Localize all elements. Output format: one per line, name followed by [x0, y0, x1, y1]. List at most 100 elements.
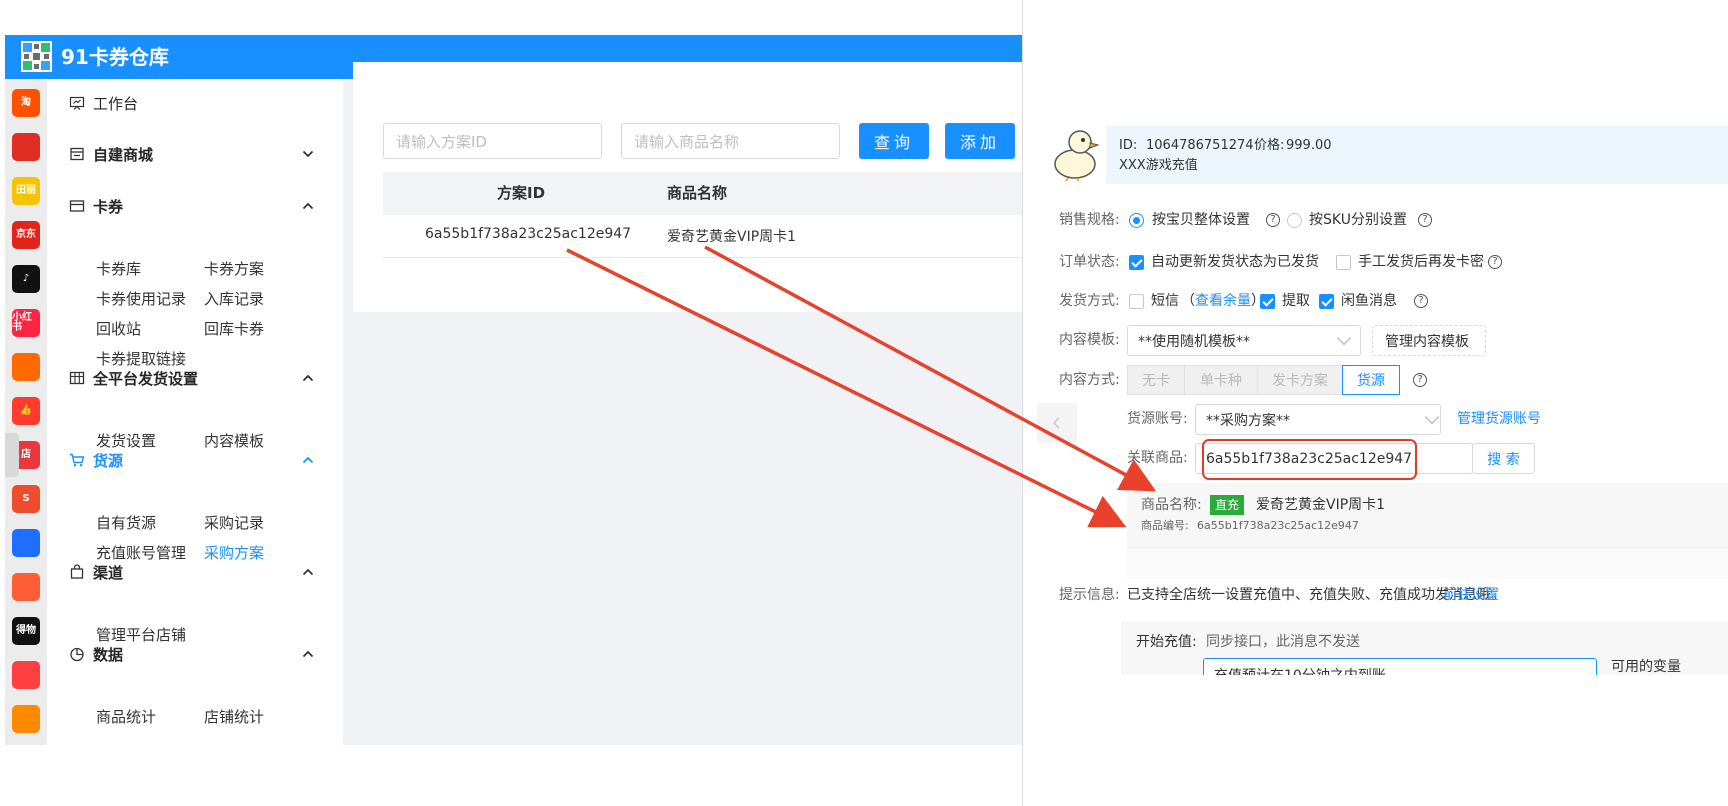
spec-sku-label: 按SKU分别设置: [1309, 212, 1407, 228]
link-icon[interactable]: [12, 529, 40, 557]
tip-label: 提示信息:: [1059, 587, 1120, 603]
sidebar-group-mall[interactable]: 自建商城: [69, 142, 153, 166]
sidebar-item-content-template[interactable]: 内容模板: [204, 431, 264, 451]
dewu-icon[interactable]: 得物: [12, 617, 40, 645]
platform-icon-bar: 淘田丽 京东 ♪ 小红书 👍 店 S 得物: [5, 79, 47, 745]
kuaishou-icon[interactable]: [12, 353, 40, 381]
store-icon: [70, 147, 84, 161]
pinduoduo-icon[interactable]: [12, 133, 40, 161]
sidebar-group-data[interactable]: 数据: [69, 642, 123, 666]
spec-sku-radio[interactable]: [1287, 213, 1302, 228]
delivery-method-label: 发货方式:: [1059, 293, 1120, 309]
chevron-up-icon[interactable]: [301, 453, 315, 467]
product-code-label: 商品编号:: [1141, 519, 1189, 532]
template-select-value: **使用随机模板**: [1138, 333, 1250, 350]
pie-chart-icon: [70, 647, 84, 662]
sidebar-group-coupon[interactable]: 卡券: [69, 194, 123, 218]
collapse-handle[interactable]: [5, 433, 19, 477]
product-result-footer: [1127, 547, 1728, 579]
sidebar-item-shop-stats[interactable]: 店铺统计: [204, 707, 264, 727]
tiger-icon[interactable]: [12, 705, 40, 733]
sidebar-item-returned-coupons[interactable]: 回库卡券: [204, 319, 264, 339]
platform-icon-glyph: ♪: [22, 273, 30, 284]
table-row-divider: [383, 257, 1023, 258]
chevron-up-icon[interactable]: [301, 199, 315, 213]
question-mark-icon[interactable]: ?: [1418, 213, 1432, 227]
sidebar-group-delivery-settings[interactable]: 全平台发货设置: [69, 366, 198, 390]
app-logo-icon: [21, 41, 52, 72]
template-select[interactable]: **使用随机模板**: [1127, 325, 1361, 356]
check-icon[interactable]: [12, 661, 40, 689]
sidebar-item-recycle-bin[interactable]: 回收站: [96, 319, 141, 339]
product-name-search-input[interactable]: 请输入商品名称: [621, 123, 840, 159]
link-product-input[interactable]: 6a55b1f738a23c25ac12e947: [1195, 443, 1473, 474]
xiaohongshu-icon[interactable]: 小红书: [12, 309, 40, 337]
spec-whole-label: 按宝贝整体设置: [1152, 212, 1250, 228]
direct-charge-badge: 直充: [1210, 495, 1245, 515]
sidebar-item-label: 工作台: [93, 94, 139, 113]
plan-id-search-input[interactable]: 请输入方案ID: [383, 123, 602, 159]
chevron-up-icon[interactable]: [301, 565, 315, 579]
table-grid-icon: [69, 371, 85, 385]
column-header-plan-id[interactable]: 方案ID: [497, 182, 545, 203]
app-title: 91卡券仓库: [61, 45, 169, 69]
chat-icon[interactable]: [12, 573, 40, 601]
source-account-select[interactable]: **采购方案**: [1195, 404, 1441, 435]
question-mark-icon[interactable]: ?: [1413, 373, 1427, 387]
douyin-icon[interactable]: ♪: [12, 265, 40, 293]
question-mark-icon[interactable]: ?: [1266, 213, 1280, 227]
extract-checkbox[interactable]: [1260, 294, 1275, 309]
product-code-value: 6a55b1f738a23c25ac12e947: [1197, 519, 1359, 532]
auto-update-checkbox[interactable]: [1129, 255, 1144, 270]
taobao-icon[interactable]: 淘: [12, 89, 40, 117]
mode-card-plan-tab[interactable]: 发卡方案: [1257, 365, 1343, 395]
query-button[interactable]: 查询: [859, 123, 929, 159]
mode-single-card-tab[interactable]: 单卡种: [1184, 365, 1258, 395]
sidebar-menu: 工作台 自建商城 卡券 卡券库 卡券方案 卡券使用记录 入库记录 回收站 回库卡…: [47, 79, 343, 745]
sidebar-item-workbench[interactable]: 工作台: [69, 91, 138, 115]
sidebar-item-coupon-library[interactable]: 卡券库: [96, 259, 141, 279]
check-balance-link[interactable]: 查看余量: [1195, 291, 1251, 311]
shopee-icon[interactable]: S: [12, 485, 40, 513]
source-account-value: **采购方案**: [1206, 412, 1290, 429]
jd-icon[interactable]: 京东: [12, 221, 40, 249]
mode-no-card-tab[interactable]: 无卡: [1127, 365, 1185, 395]
link-product-label: 关联商品:: [1127, 450, 1188, 466]
search-product-button[interactable]: 搜 索: [1472, 443, 1535, 474]
add-button[interactable]: 添加: [945, 123, 1015, 159]
sidebar-group-supply[interactable]: 货源: [69, 448, 123, 472]
chevron-left-icon: [1052, 417, 1060, 429]
mode-supply-tab[interactable]: 货源: [1342, 365, 1400, 395]
chevron-up-icon[interactable]: [301, 647, 315, 661]
sidebar-item-coupon-plan[interactable]: 卡券方案: [204, 259, 264, 279]
manage-template-button[interactable]: 管理内容模板: [1372, 325, 1486, 356]
chevron-up-icon[interactable]: [301, 371, 315, 385]
question-mark-icon[interactable]: ?: [1414, 294, 1428, 308]
sidebar-item-product-stats[interactable]: 商品统计: [96, 707, 156, 727]
question-mark-icon[interactable]: ?: [1488, 255, 1502, 269]
sidebar-item-own-supply[interactable]: 自有货源: [96, 513, 156, 533]
product-settings-panel: ID: 1064786751274 价格: 999.00 XXX游戏充值 销售规…: [1022, 0, 1728, 806]
sidebar-group-label: 渠道: [93, 563, 124, 582]
price-label: 价格:: [1254, 138, 1285, 153]
column-header-product-name[interactable]: 商品名称: [667, 182, 727, 203]
go-settings-link[interactable]: 前往设置: [1443, 585, 1499, 605]
sms-paren-open: （: [1181, 293, 1195, 309]
spec-whole-radio[interactable]: [1129, 213, 1144, 228]
xianyu-label: 闲鱼消息: [1341, 293, 1397, 309]
xianyu-checkbox[interactable]: [1319, 294, 1334, 309]
sidebar-item-coupon-usage[interactable]: 卡券使用记录: [96, 289, 186, 309]
sidebar-item-purchase-plan[interactable]: 采购方案: [204, 543, 264, 563]
manage-source-link[interactable]: 管理货源账号: [1457, 409, 1541, 429]
thumbs-up-icon[interactable]: 👍: [12, 397, 40, 425]
recharge-message-textarea[interactable]: 充值预计在10分钟之内到账: [1203, 658, 1597, 675]
chevron-down-icon[interactable]: [301, 147, 315, 161]
sidebar-item-purchase-records[interactable]: 采购记录: [204, 513, 264, 533]
product-name-value: 爱奇艺黄金VIP周卡1: [1256, 497, 1386, 513]
tianmao-icon[interactable]: 田丽: [12, 177, 40, 205]
sms-checkbox[interactable]: [1129, 294, 1144, 309]
manual-resend-checkbox[interactable]: [1336, 255, 1351, 270]
bag-icon: [70, 564, 84, 579]
sidebar-item-stock-in-records[interactable]: 入库记录: [204, 289, 264, 309]
sidebar-group-channel[interactable]: 渠道: [69, 560, 123, 584]
